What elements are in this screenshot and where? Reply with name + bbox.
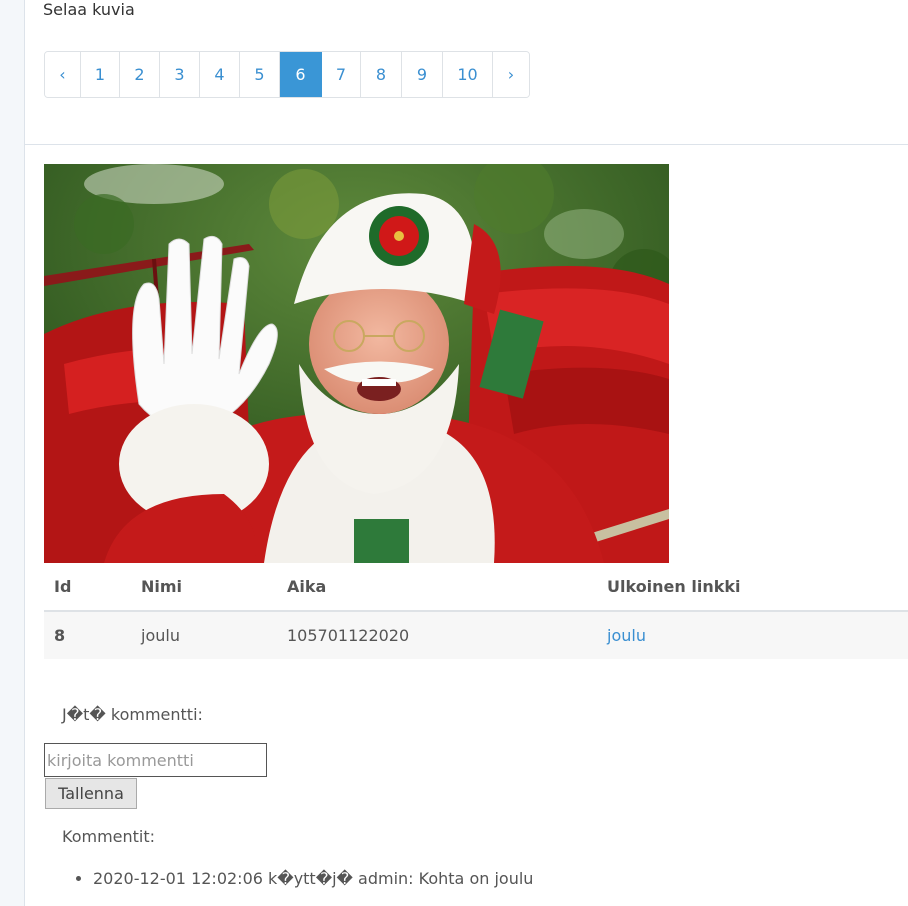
pagination: ‹ 1 2 3 4 5 6 7 8 9 10 › bbox=[44, 51, 530, 98]
column-header-name: Nimi bbox=[131, 563, 277, 612]
cell-name: joulu bbox=[131, 611, 277, 659]
left-sidebar bbox=[0, 0, 25, 906]
image-info-table: Id Nimi Aika Ulkoinen linkki 8 joulu 105… bbox=[44, 563, 908, 659]
pagination-page-5[interactable]: 5 bbox=[240, 52, 280, 97]
save-button[interactable]: Tallenna bbox=[45, 778, 137, 809]
column-header-link: Ulkoinen linkki bbox=[597, 563, 908, 612]
comments-list: 2020-12-01 12:02:06 k�ytt�j� admin: Koht… bbox=[78, 869, 533, 888]
pagination-prev[interactable]: ‹ bbox=[45, 52, 81, 97]
pagination-page-1[interactable]: 1 bbox=[81, 52, 120, 97]
pagination-page-2[interactable]: 2 bbox=[120, 52, 160, 97]
cell-time: 105701122020 bbox=[277, 611, 597, 659]
pagination-page-9[interactable]: 9 bbox=[402, 52, 443, 97]
cell-link: joulu bbox=[597, 611, 908, 659]
comment-input[interactable] bbox=[44, 743, 267, 777]
comment-item: 2020-12-01 12:02:06 k�ytt�j� admin: Koht… bbox=[93, 869, 533, 888]
column-header-time: Aika bbox=[277, 563, 597, 612]
comment-prompt: J�t� kommentti: bbox=[62, 705, 203, 724]
pagination-page-6[interactable]: 6 bbox=[280, 52, 322, 97]
comments-label: Kommentit: bbox=[62, 827, 156, 846]
pagination-page-4[interactable]: 4 bbox=[200, 52, 240, 97]
table-header-row: Id Nimi Aika Ulkoinen linkki bbox=[44, 563, 908, 612]
pagination-page-7[interactable]: 7 bbox=[322, 52, 361, 97]
cell-id: 8 bbox=[44, 611, 131, 659]
santa-photo bbox=[44, 164, 669, 563]
pagination-next[interactable]: › bbox=[493, 52, 529, 97]
table-row: 8 joulu 105701122020 joulu bbox=[44, 611, 908, 659]
pagination-page-3[interactable]: 3 bbox=[160, 52, 200, 97]
page-heading: Selaa kuvia bbox=[43, 0, 135, 19]
external-link[interactable]: joulu bbox=[607, 626, 646, 645]
section-divider bbox=[25, 144, 908, 145]
pagination-page-10[interactable]: 10 bbox=[443, 52, 493, 97]
pagination-page-8[interactable]: 8 bbox=[361, 52, 402, 97]
column-header-id: Id bbox=[44, 563, 131, 612]
